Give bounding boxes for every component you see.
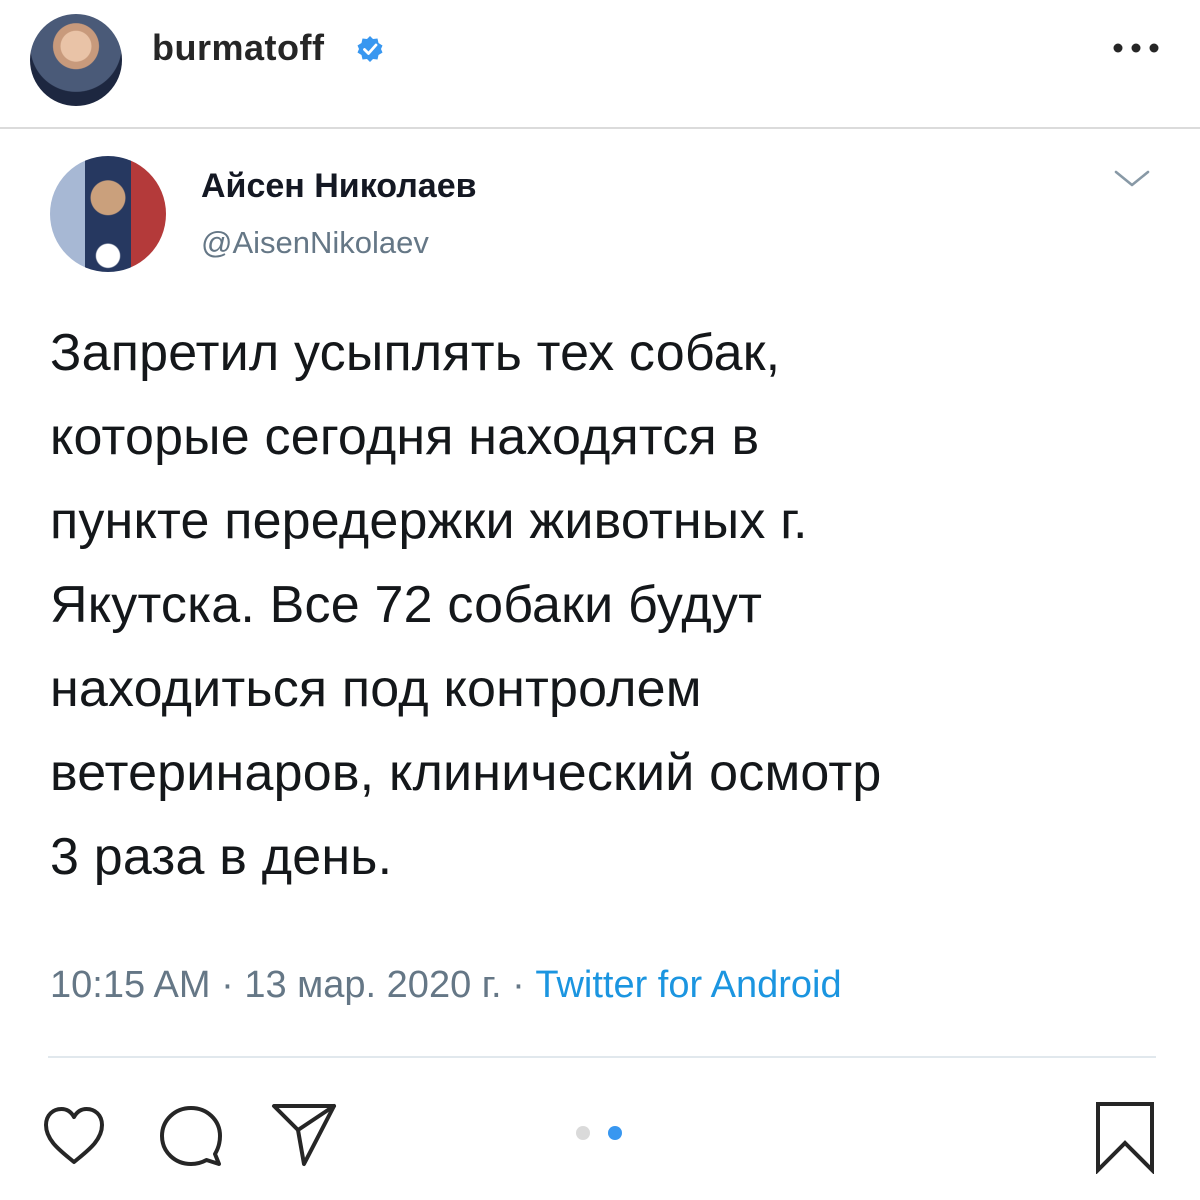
tweet-source: Twitter for Android [535,964,842,1006]
carousel-dot-active [608,1126,622,1140]
like-heart-icon[interactable] [40,1102,108,1170]
carousel-dot [576,1126,590,1140]
tweet-author-handle: @AisenNikolaev [201,225,429,260]
meta-separator: · [210,964,245,1006]
comment-bubble-icon[interactable] [157,1102,225,1170]
account-username[interactable]: burmatoff [152,26,324,70]
tweet-author-name: Айсен Николаев [201,167,477,205]
more-options-icon[interactable] [1112,40,1160,56]
header-divider [0,127,1200,129]
carousel-indicator [576,1126,626,1142]
tweet-author-avatar [50,156,166,272]
chevron-down-icon [1114,170,1150,187]
share-paper-plane-icon[interactable] [270,1100,338,1168]
tweet-meta: 10:15 AM · 13 мар. 2020 г. · Twitter for… [50,962,842,1008]
post-header: burmatoff [0,0,1200,128]
verified-badge-icon [357,36,383,62]
meta-separator: · [501,964,536,1006]
tweet-date: 13 мар. 2020 г. [244,964,502,1006]
tweet-divider [48,1056,1156,1058]
save-bookmark-icon[interactable] [1092,1100,1158,1174]
tweet-time: 10:15 AM [50,964,211,1006]
account-avatar[interactable] [30,14,122,106]
tweet-text: Запретил усыплять тех собак, которые сег… [50,324,882,886]
